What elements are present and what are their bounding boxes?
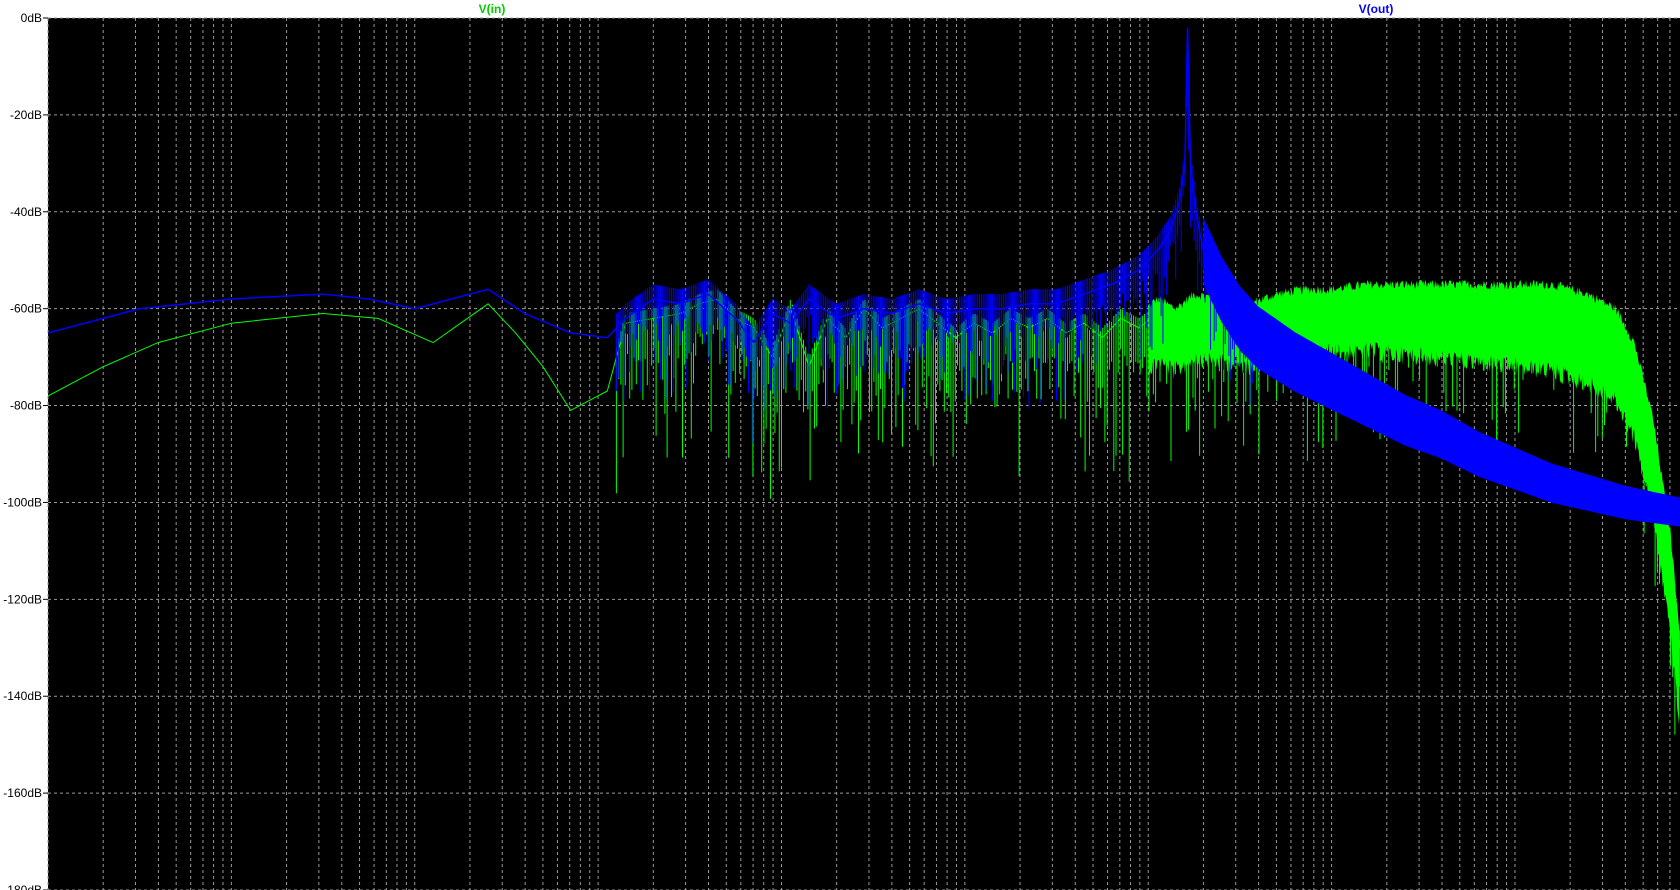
trace-title-vin[interactable]: V(in) (479, 2, 506, 16)
y-tick-label: -180dB (3, 883, 42, 890)
y-tick-label: 0dB (21, 11, 42, 25)
fft-plot[interactable]: 0dB -20dB -40dB -60dB -80dB -100dB -120dB -140d… (0, 0, 1680, 890)
plot-window: 0dB -20dB -40dB -60dB -80dB -100dB -120dB -140d… (0, 0, 1680, 890)
trace-title-vout[interactable]: V(out) (1359, 2, 1394, 16)
y-tick-label: -60dB (10, 302, 42, 316)
y-tick-label: -140dB (3, 689, 42, 703)
y-tick-label: -40dB (10, 205, 42, 219)
y-tick-label: -20dB (10, 108, 42, 122)
y-tick-label: -160dB (3, 786, 42, 800)
y-tick-label: -100dB (3, 495, 42, 509)
y-axis-ticks: 0dB -20dB -40dB -60dB -80dB -100dB -120dB -140d… (3, 11, 48, 890)
y-tick-label: -120dB (3, 592, 42, 606)
y-tick-label: -80dB (10, 399, 42, 413)
